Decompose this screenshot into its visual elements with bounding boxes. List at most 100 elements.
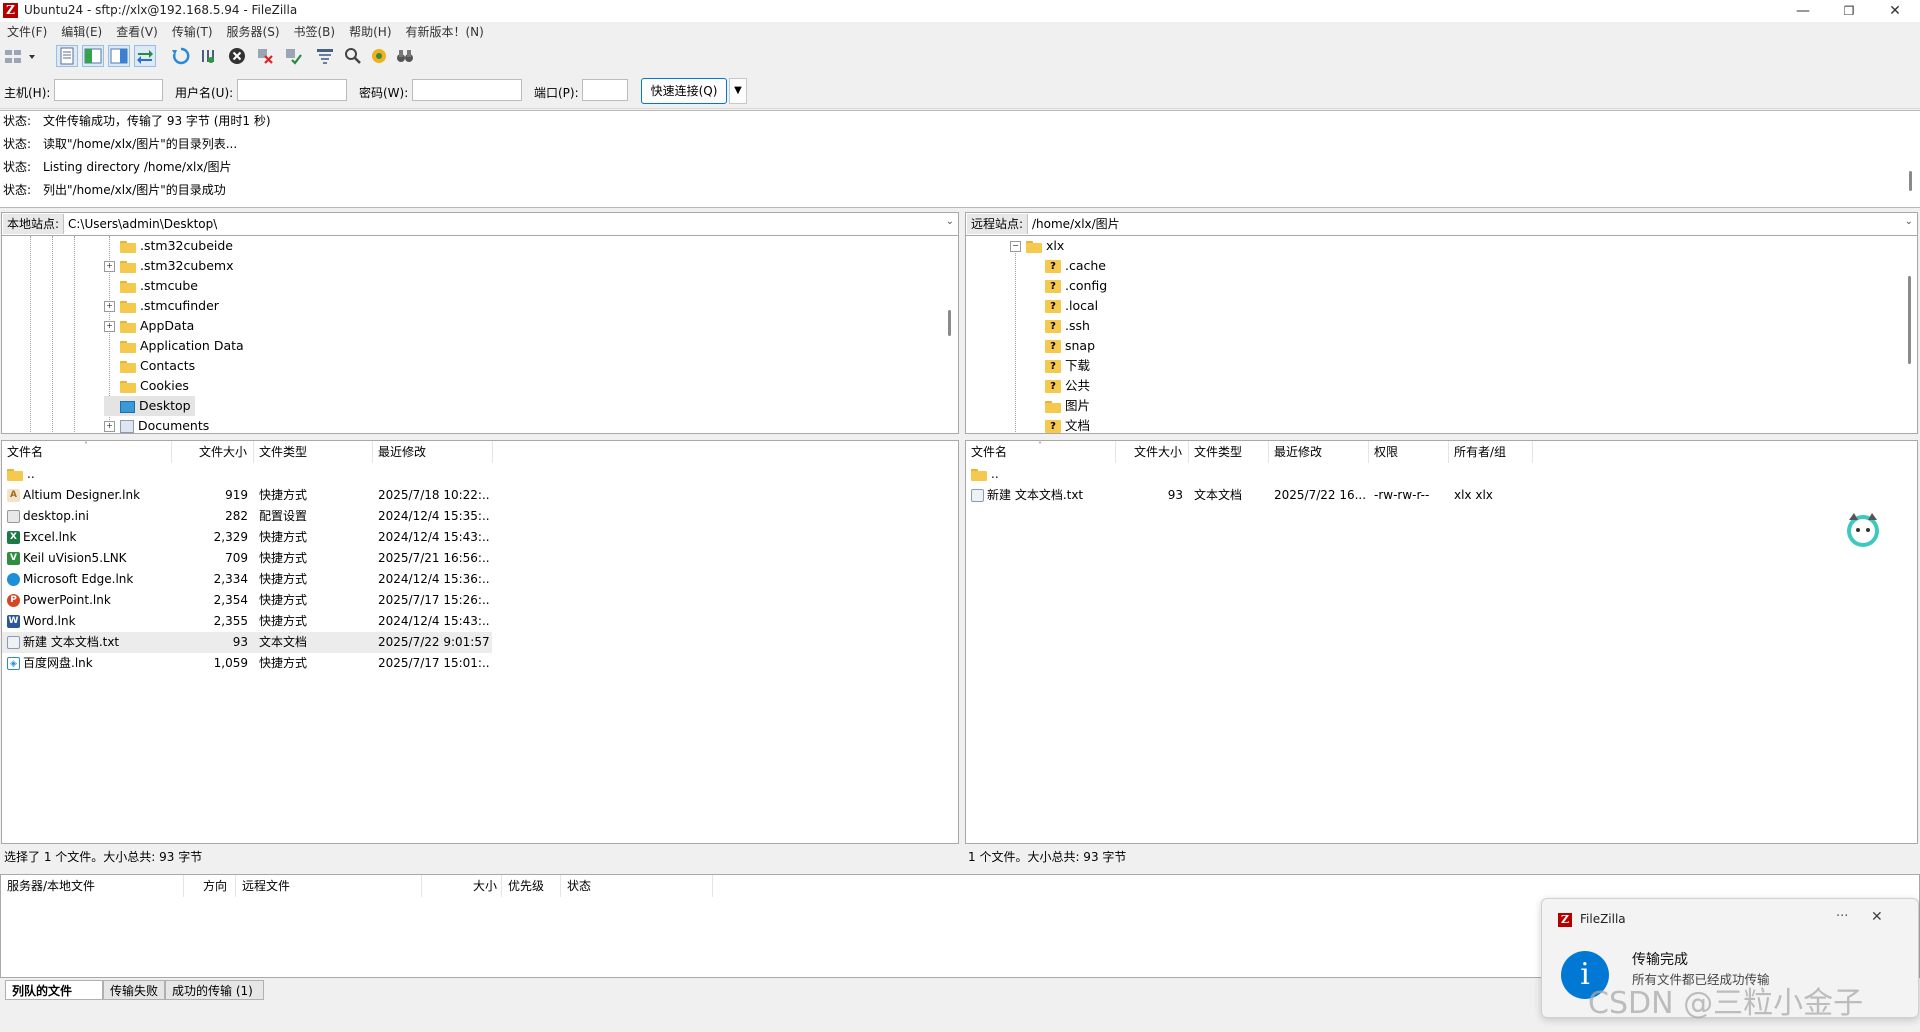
tree-item[interactable]: + Documents [104,416,209,433]
search-remote-button[interactable] [394,45,416,67]
column-header-modified[interactable]: 最近修改 [1269,441,1369,463]
queue-header-status[interactable]: 状态 [561,875,713,897]
table-row[interactable]: 新建 文本文档.txt 93 文本文档 2025/7/22 16... -rw-… [966,485,1533,506]
tree-item[interactable]: Cookies [104,376,189,396]
menu-help[interactable]: 帮助(H) [342,22,398,42]
quickconnect-history-dropdown[interactable]: ▼ [729,78,747,104]
table-row[interactable]: Microsoft Edge.lnk 2,334 快捷方式 2024/12/4 … [2,569,492,590]
tree-item[interactable]: .stmcube [104,276,198,296]
queue-header-size[interactable]: 大小 [422,875,502,897]
username-input[interactable] [237,79,347,101]
table-row[interactable]: desktop.ini 282 配置设置 2024/12/4 15:35:... [2,506,492,527]
port-input[interactable] [582,79,628,101]
menu-bookmarks[interactable]: 书签(B) [287,22,343,42]
synchronized-browsing-button[interactable] [368,45,390,67]
tree-item[interactable]: Application Data [104,336,244,356]
table-row[interactable]: W Word.lnk 2,355 快捷方式 2024/12/4 15:43:... [2,611,492,632]
tree-item[interactable]: ? .ssh [1045,316,1090,336]
table-row[interactable]: ◈ 百度网盘.lnk 1,059 快捷方式 2025/7/17 15:01:... [2,653,492,674]
collapse-icon[interactable]: − [1010,241,1021,252]
tree-item[interactable]: ? .cache [1045,256,1106,276]
table-row[interactable]: X Excel.lnk 2,329 快捷方式 2024/12/4 15:43:..… [2,527,492,548]
tree-item[interactable]: ? snap [1045,336,1095,356]
table-row[interactable]: .. [2,464,492,485]
menu-server[interactable]: 服务器(S) [220,22,287,42]
directory-filter-button[interactable] [314,45,336,67]
expand-icon[interactable]: + [104,261,115,272]
magnifier-icon [345,48,361,64]
toggle-remote-tree-button[interactable] [108,45,130,67]
tree-item-selected[interactable]: Desktop [104,396,195,416]
folder-icon [120,260,136,273]
site-manager-button[interactable] [4,45,38,67]
table-row[interactable]: A Altium Designer.lnk 919 快捷方式 2025/7/18 … [2,485,492,506]
notification-close-button[interactable]: ✕ [1871,909,1883,925]
tab-queued-files[interactable]: 列队的文件 [5,980,103,1000]
expand-icon[interactable]: + [104,321,115,332]
column-header-filetype[interactable]: 文件类型 [254,441,373,463]
column-header-modified[interactable]: 最近修改 [373,441,493,463]
tree-item[interactable]: + AppData [104,316,194,336]
column-header-filesize[interactable]: 文件大小 [1116,441,1189,463]
remote-path-input[interactable]: /home/xlx/图片 [1032,214,1120,234]
port-label: 端口(P): [534,86,579,100]
local-path-input[interactable]: C:\Users\admin\Desktop\ [68,214,217,234]
minimize-button[interactable]: — [1780,0,1826,22]
menu-transfer[interactable]: 传输(T) [165,22,220,42]
compare-directories-button[interactable] [342,45,364,67]
tab-successful-transfers[interactable]: 成功的传输 (1) [165,980,264,1000]
tree-item[interactable]: Contacts [104,356,195,376]
tree-item[interactable]: + .stm32cubemx [104,256,233,276]
floating-assistant-icon[interactable] [1842,508,1884,550]
password-input[interactable] [412,79,522,101]
chevron-down-icon[interactable]: ⌄ [1905,216,1913,227]
column-header-filetype[interactable]: 文件类型 [1189,441,1269,463]
toggle-message-log-button[interactable] [56,45,78,67]
column-header-filesize[interactable]: 文件大小 [172,441,254,463]
table-row[interactable]: P PowerPoint.lnk 2,354 快捷方式 2025/7/17 15:… [2,590,492,611]
tree-item[interactable]: ? .config [1045,276,1107,296]
tab-failed-transfers[interactable]: 传输失败 [103,980,165,1000]
toggle-local-tree-button[interactable] [82,45,104,67]
tree-item[interactable]: 图片 [1045,396,1090,416]
expand-icon[interactable]: + [104,421,115,432]
maximize-button[interactable]: ❐ [1826,0,1872,22]
table-row-selected[interactable]: 新建 文本文档.txt 93 文本文档 2025/7/22 9:01:57 [2,632,492,653]
expand-icon[interactable]: + [104,301,115,312]
column-header-permissions[interactable]: 权限 [1369,441,1449,463]
tree-item[interactable]: + .stmcufinder [104,296,219,316]
chevron-down-icon[interactable]: ⌄ [946,216,954,227]
host-input[interactable] [54,79,163,101]
tree-item[interactable]: ? .local [1045,296,1098,316]
remote-tree-scrollbar[interactable] [1908,276,1911,364]
menu-edit[interactable]: 编辑(E) [54,22,109,42]
queue-header-remote-file[interactable]: 远程文件 [236,875,422,897]
tree-item[interactable]: ? 下载 [1045,356,1090,376]
reconnect-button[interactable] [282,45,304,67]
menu-file[interactable]: 文件(F) [0,22,54,42]
menu-view[interactable]: 查看(V) [109,22,165,42]
tree-item[interactable]: ? 公共 [1045,376,1090,396]
file-type: 配置设置 [259,509,308,523]
toggle-transfer-queue-button[interactable] [134,45,156,67]
cancel-operation-button[interactable] [226,45,248,67]
refresh-button[interactable] [170,45,192,67]
queue-header-priority[interactable]: 优先级 [502,875,561,897]
local-tree-scrollbar[interactable] [948,310,951,336]
tree-item[interactable]: .stm32cubeide [104,236,233,256]
close-button[interactable]: ✕ [1872,0,1918,22]
tree-item[interactable]: − xlx [1010,236,1064,256]
process-queue-button[interactable] [198,45,220,67]
column-header-owner[interactable]: 所有者/组 [1449,441,1533,463]
disconnect-button[interactable] [254,45,276,67]
local-tree-icon [84,48,102,64]
log-scrollbar[interactable] [1909,171,1912,191]
more-options-icon[interactable]: ··· [1836,909,1848,924]
queue-header-direction[interactable]: 方向 [184,875,236,897]
queue-header-local-file[interactable]: 服务器/本地文件 [1,875,184,897]
tree-item[interactable]: ? 文档 [1045,416,1090,433]
table-row[interactable]: V Keil uVision5.LNK 709 快捷方式 2025/7/21 16… [2,548,492,569]
table-row[interactable]: .. [966,464,1533,485]
menu-new-version[interactable]: 有新版本！(N) [399,22,491,42]
quickconnect-button[interactable]: 快速连接(Q) [641,78,727,104]
